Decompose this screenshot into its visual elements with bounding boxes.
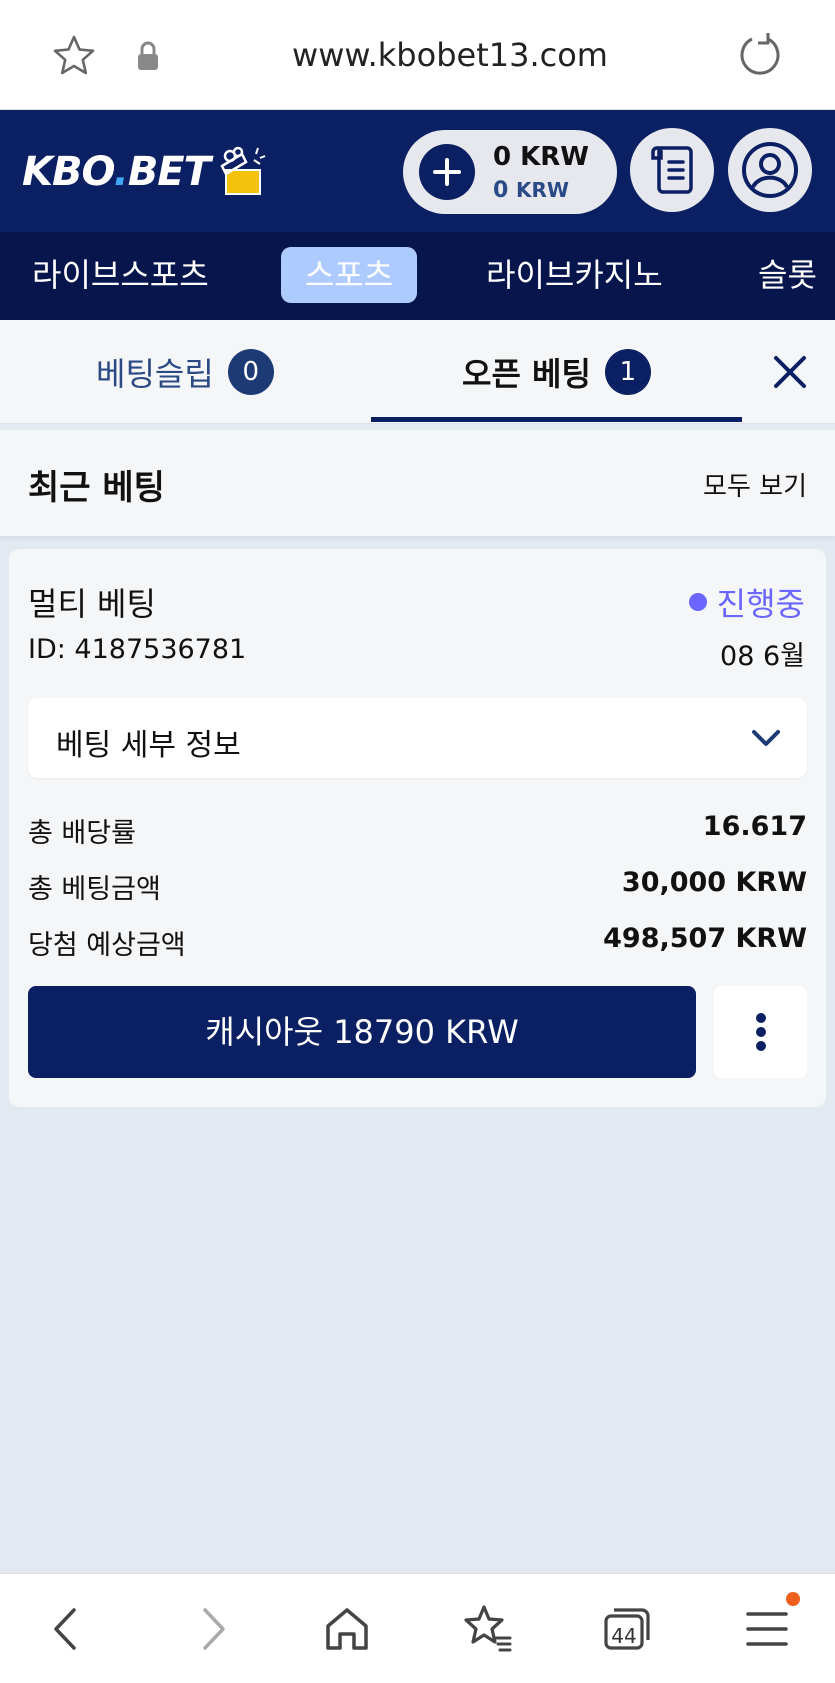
bookmarks-icon[interactable]: [460, 1602, 514, 1656]
bet-history-button[interactable]: [630, 128, 714, 212]
total-stake-row: 총 베팅금액 30,000 KRW: [28, 867, 807, 905]
tabs-count: 44: [611, 1624, 637, 1648]
browser-address-bar: www.kbobet13.com: [0, 0, 835, 110]
nav-item-sports[interactable]: 스포츠: [281, 247, 417, 303]
betslip-count-badge: 0: [227, 349, 274, 395]
forward-arrow-icon[interactable]: [185, 1602, 239, 1656]
tabs-button[interactable]: 44: [600, 1602, 654, 1656]
menu-icon[interactable]: [740, 1602, 794, 1656]
bet-details-dropdown[interactable]: 베팅 세부 정보: [28, 698, 807, 778]
tab-betslip[interactable]: 베팅슬립 0: [96, 348, 274, 396]
recent-bets-title: 최근 베팅: [28, 468, 165, 508]
betslip-tabs: 베팅슬립 0 오픈 베팅 1: [0, 320, 835, 424]
status-badge: 진행중: [688, 579, 805, 625]
view-all-link[interactable]: 모두 보기: [703, 466, 807, 503]
balance-secondary: 0 KRW: [493, 178, 569, 203]
bet-date: 08 6월: [720, 641, 805, 672]
back-arrow-icon[interactable]: [40, 1602, 94, 1656]
bet-details-label: 베팅 세부 정보: [56, 728, 241, 763]
more-vertical-icon: [755, 1013, 766, 1051]
active-tab-indicator: [371, 417, 742, 422]
open-bets-count-badge: 1: [604, 349, 651, 395]
balance-widget[interactable]: 0 KRW 0 KRW: [403, 130, 617, 214]
site-header: KBO.BET 0 KRW 0 KRW: [0, 110, 835, 232]
account-button[interactable]: [728, 128, 812, 212]
deposit-plus-icon[interactable]: [419, 144, 475, 200]
kbo-bet-logo[interactable]: KBO.BET: [22, 146, 266, 198]
notification-dot: [786, 1592, 800, 1606]
document-icon: [651, 146, 693, 194]
chevron-down-icon: [752, 730, 780, 746]
balance-primary: 0 KRW: [493, 142, 589, 172]
tab-open-bets[interactable]: 오픈 베팅 1: [462, 348, 651, 396]
url-text[interactable]: www.kbobet13.com: [200, 30, 700, 80]
recent-bets-header: 최근 베팅 모두 보기: [0, 430, 835, 536]
status-dot-icon: [688, 593, 707, 611]
close-icon[interactable]: [768, 350, 812, 394]
nav-item-slots[interactable]: 슬롯: [758, 247, 817, 303]
gift-box-icon: [220, 146, 266, 195]
more-options-button[interactable]: [714, 986, 807, 1078]
bet-card: 멀티 베팅 진행중 ID: 4187536781 08 6월 베팅 세부 정보 …: [9, 549, 826, 1107]
reload-icon[interactable]: [735, 30, 785, 80]
home-icon[interactable]: [320, 1602, 374, 1656]
potential-win-row: 당첨 예상금액 498,507 KRW: [28, 923, 807, 961]
total-odds-row: 총 배당률 16.617: [28, 811, 807, 849]
lock-icon: [138, 41, 158, 70]
bookmark-star-icon[interactable]: [50, 32, 98, 80]
cashout-button[interactable]: 캐시아웃 18790 KRW: [28, 986, 696, 1078]
nav-item-live-casino[interactable]: 라이브카지노: [486, 247, 663, 303]
browser-bottom-bar: 44: [0, 1573, 835, 1683]
bet-id: ID: 4187536781: [28, 634, 247, 665]
main-nav: 라이브스포츠 스포츠 라이브카지노 슬롯: [0, 232, 835, 320]
nav-item-live-sports[interactable]: 라이브스포츠: [32, 247, 209, 303]
user-avatar-icon: [742, 142, 798, 198]
bet-type: 멀티 베팅: [28, 585, 156, 623]
